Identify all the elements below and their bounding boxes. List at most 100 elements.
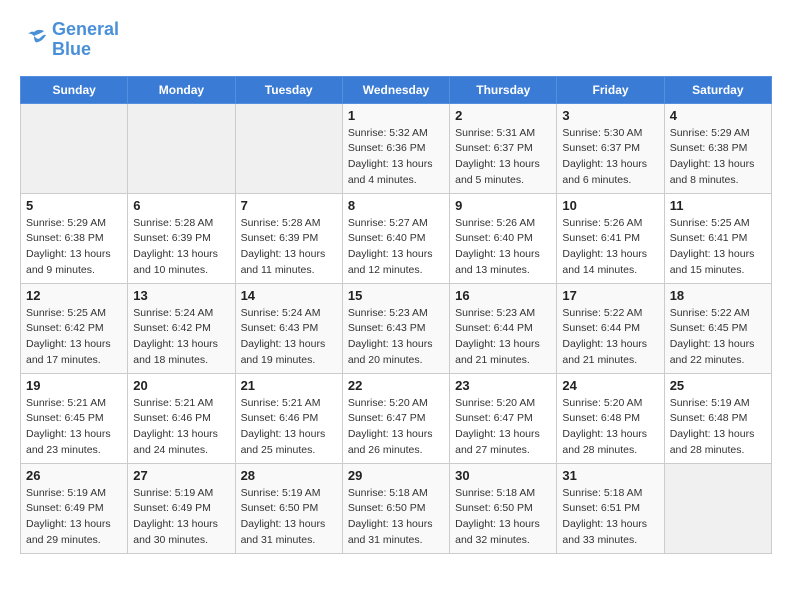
sunset-label: Sunset: 6:39 PM	[241, 232, 319, 244]
sunrise-label: Sunrise: 5:27 AM	[348, 217, 428, 229]
day-info: Sunrise: 5:19 AMSunset: 6:49 PMDaylight:…	[133, 486, 229, 549]
calendar-cell: 30Sunrise: 5:18 AMSunset: 6:50 PMDayligh…	[450, 463, 557, 553]
day-info: Sunrise: 5:21 AMSunset: 6:45 PMDaylight:…	[26, 396, 122, 459]
calendar-cell: 17Sunrise: 5:22 AMSunset: 6:44 PMDayligh…	[557, 283, 664, 373]
sunset-label: Sunset: 6:42 PM	[133, 322, 211, 334]
logo-bird-icon	[20, 28, 48, 52]
calendar-cell: 2Sunrise: 5:31 AMSunset: 6:37 PMDaylight…	[450, 103, 557, 193]
calendar-week-row: 1Sunrise: 5:32 AMSunset: 6:36 PMDaylight…	[21, 103, 772, 193]
calendar-cell: 10Sunrise: 5:26 AMSunset: 6:41 PMDayligh…	[557, 193, 664, 283]
calendar-cell: 5Sunrise: 5:29 AMSunset: 6:38 PMDaylight…	[21, 193, 128, 283]
weekday-header-sunday: Sunday	[21, 76, 128, 103]
weekday-header-monday: Monday	[128, 76, 235, 103]
calendar-week-row: 26Sunrise: 5:19 AMSunset: 6:49 PMDayligh…	[21, 463, 772, 553]
calendar-cell: 26Sunrise: 5:19 AMSunset: 6:49 PMDayligh…	[21, 463, 128, 553]
sunset-label: Sunset: 6:51 PM	[562, 502, 640, 514]
sunrise-label: Sunrise: 5:29 AM	[26, 217, 106, 229]
day-number: 29	[348, 468, 444, 483]
day-number: 9	[455, 198, 551, 213]
day-info: Sunrise: 5:30 AMSunset: 6:37 PMDaylight:…	[562, 126, 658, 189]
sunset-label: Sunset: 6:37 PM	[455, 142, 533, 154]
sunrise-label: Sunrise: 5:18 AM	[455, 487, 535, 499]
sunset-label: Sunset: 6:50 PM	[455, 502, 533, 514]
day-number: 16	[455, 288, 551, 303]
day-number: 31	[562, 468, 658, 483]
daylight-label: Daylight: 13 hours and 17 minutes.	[26, 338, 111, 366]
daylight-label: Daylight: 13 hours and 10 minutes.	[133, 248, 218, 276]
calendar-cell: 31Sunrise: 5:18 AMSunset: 6:51 PMDayligh…	[557, 463, 664, 553]
calendar-cell: 9Sunrise: 5:26 AMSunset: 6:40 PMDaylight…	[450, 193, 557, 283]
day-info: Sunrise: 5:28 AMSunset: 6:39 PMDaylight:…	[133, 216, 229, 279]
sunset-label: Sunset: 6:49 PM	[133, 502, 211, 514]
day-info: Sunrise: 5:31 AMSunset: 6:37 PMDaylight:…	[455, 126, 551, 189]
daylight-label: Daylight: 13 hours and 27 minutes.	[455, 428, 540, 456]
calendar-cell: 14Sunrise: 5:24 AMSunset: 6:43 PMDayligh…	[235, 283, 342, 373]
sunset-label: Sunset: 6:42 PM	[26, 322, 104, 334]
sunrise-label: Sunrise: 5:32 AM	[348, 127, 428, 139]
day-info: Sunrise: 5:23 AMSunset: 6:43 PMDaylight:…	[348, 306, 444, 369]
day-number: 23	[455, 378, 551, 393]
sunset-label: Sunset: 6:36 PM	[348, 142, 426, 154]
daylight-label: Daylight: 13 hours and 25 minutes.	[241, 428, 326, 456]
daylight-label: Daylight: 13 hours and 8 minutes.	[670, 158, 755, 186]
sunrise-label: Sunrise: 5:25 AM	[26, 307, 106, 319]
day-info: Sunrise: 5:24 AMSunset: 6:43 PMDaylight:…	[241, 306, 337, 369]
sunrise-label: Sunrise: 5:24 AM	[241, 307, 321, 319]
day-info: Sunrise: 5:25 AM Sunset: 6:42 PM Daylight:…	[26, 306, 122, 369]
sunset-label: Sunset: 6:39 PM	[133, 232, 211, 244]
sunrise-label: Sunrise: 5:28 AM	[241, 217, 321, 229]
sunrise-label: Sunrise: 5:21 AM	[241, 397, 321, 409]
sunrise-label: Sunrise: 5:21 AM	[133, 397, 213, 409]
sunrise-label: Sunrise: 5:20 AM	[562, 397, 642, 409]
sunset-label: Sunset: 6:37 PM	[562, 142, 640, 154]
weekday-header-saturday: Saturday	[664, 76, 771, 103]
daylight-label: Daylight: 13 hours and 24 minutes.	[133, 428, 218, 456]
day-number: 28	[241, 468, 337, 483]
sunset-label: Sunset: 6:49 PM	[26, 502, 104, 514]
day-info: Sunrise: 5:18 AMSunset: 6:50 PMDaylight:…	[348, 486, 444, 549]
sunset-label: Sunset: 6:43 PM	[348, 322, 426, 334]
sunset-label: Sunset: 6:45 PM	[670, 322, 748, 334]
sunset-label: Sunset: 6:50 PM	[348, 502, 426, 514]
sunset-label: Sunset: 6:41 PM	[670, 232, 748, 244]
day-number: 7	[241, 198, 337, 213]
sunset-label: Sunset: 6:44 PM	[455, 322, 533, 334]
day-number: 10	[562, 198, 658, 213]
sunset-label: Sunset: 6:45 PM	[26, 412, 104, 424]
daylight-label: Daylight: 13 hours and 9 minutes.	[26, 248, 111, 276]
sunrise-label: Sunrise: 5:21 AM	[26, 397, 106, 409]
day-number: 13	[133, 288, 229, 303]
sunset-label: Sunset: 6:48 PM	[670, 412, 748, 424]
sunset-label: Sunset: 6:40 PM	[455, 232, 533, 244]
daylight-label: Daylight: 13 hours and 18 minutes.	[133, 338, 218, 366]
sunrise-label: Sunrise: 5:31 AM	[455, 127, 535, 139]
day-info: Sunrise: 5:19 AMSunset: 6:49 PMDaylight:…	[26, 486, 122, 549]
calendar-week-row: 12 Sunrise: 5:25 AM Sunset: 6:42 PM Dayligh…	[21, 283, 772, 373]
weekday-header-wednesday: Wednesday	[342, 76, 449, 103]
calendar-cell: 4Sunrise: 5:29 AMSunset: 6:38 PMDaylight…	[664, 103, 771, 193]
daylight-label: Daylight: 13 hours and 21 minutes.	[562, 338, 647, 366]
day-number: 22	[348, 378, 444, 393]
day-number: 12	[26, 288, 122, 303]
calendar-week-row: 19 Sunrise: 5:21 AM Sunset: 6:45 PM Dayligh…	[21, 373, 772, 463]
daylight-label: Daylight: 13 hours and 28 minutes.	[670, 428, 755, 456]
day-info: Sunrise: 5:22 AMSunset: 6:45 PMDaylight:…	[670, 306, 766, 369]
calendar-cell: 11Sunrise: 5:25 AMSunset: 6:41 PMDayligh…	[664, 193, 771, 283]
sunrise-label: Sunrise: 5:20 AM	[348, 397, 428, 409]
calendar-cell: 25Sunrise: 5:19 AMSunset: 6:48 PMDayligh…	[664, 373, 771, 463]
day-number: 25	[670, 378, 766, 393]
page-header: General Blue	[20, 20, 772, 60]
day-number: 19	[26, 378, 122, 393]
day-number: 6	[133, 198, 229, 213]
calendar-header-row: SundayMondayTuesdayWednesdayThursdayFrid…	[21, 76, 772, 103]
sunrise-label: Sunrise: 5:19 AM	[241, 487, 321, 499]
daylight-label: Daylight: 13 hours and 32 minutes.	[455, 518, 540, 546]
day-info: Sunrise: 5:32 AM Sunset: 6:36 PM Daylight:…	[348, 126, 444, 189]
calendar-cell: 28Sunrise: 5:19 AMSunset: 6:50 PMDayligh…	[235, 463, 342, 553]
daylight-label: Daylight: 13 hours and 14 minutes.	[562, 248, 647, 276]
daylight-label: Daylight: 13 hours and 4 minutes.	[348, 158, 433, 186]
daylight-label: Daylight: 13 hours and 29 minutes.	[26, 518, 111, 546]
sunrise-label: Sunrise: 5:23 AM	[455, 307, 535, 319]
calendar-cell	[664, 463, 771, 553]
day-number: 15	[348, 288, 444, 303]
